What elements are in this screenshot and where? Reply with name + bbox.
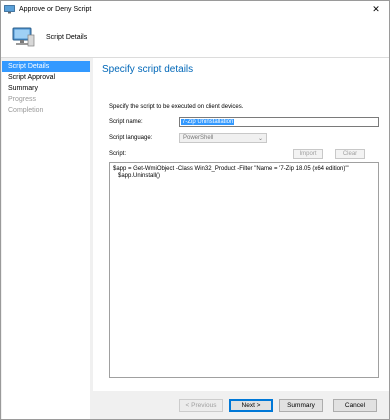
close-button[interactable]: ✕ [365, 2, 387, 16]
sidebar-item-script-approval[interactable]: Script Approval [2, 72, 90, 83]
sidebar-item-summary[interactable]: Summary [2, 83, 90, 94]
header-title: Script Details [46, 33, 88, 41]
cancel-button[interactable]: Cancel [333, 399, 377, 412]
import-button[interactable]: Import [293, 149, 323, 159]
script-name-value: 7-Zip Uninstallation [181, 119, 235, 125]
script-label: Script: [109, 151, 127, 157]
wizard-footer: < Previous Next > Summary Cancel [93, 391, 389, 419]
chevron-down-icon: ⌄ [257, 136, 263, 142]
close-icon: ✕ [372, 3, 380, 14]
computer-icon [4, 4, 15, 14]
script-line: $app = Get-WmiObject -Class Win32_Produc… [113, 166, 349, 172]
window-title: Approve or Deny Script [19, 5, 92, 13]
approve-deny-script-window: Approve or Deny Script ✕ Script Details … [0, 0, 390, 420]
summary-button[interactable]: Summary [279, 399, 323, 412]
wizard-sidebar: Script Details Script Approval Summary P… [2, 61, 90, 419]
wizard-header: Script Details [1, 17, 389, 58]
next-button[interactable]: Next > [229, 399, 273, 412]
script-textarea[interactable]: $app = Get-WmiObject -Class Win32_Produc… [109, 162, 379, 378]
script-language-label: Script language: [109, 135, 153, 141]
content-panel: Specify script details Specify the scrip… [93, 58, 389, 391]
script-language-value: PowerShell [183, 135, 214, 141]
computer-icon [12, 27, 35, 47]
previous-button[interactable]: < Previous [179, 399, 223, 412]
instruction-text: Specify the script to be executed on cli… [109, 104, 244, 110]
script-language-select[interactable]: PowerShell ⌄ [179, 133, 267, 143]
page-title: Specify script details [102, 64, 194, 75]
script-name-input[interactable]: 7-Zip Uninstallation [179, 117, 379, 127]
script-line: $app.Uninstall() [113, 173, 161, 179]
sidebar-item-progress: Progress [8, 96, 37, 103]
script-name-label: Script name: [109, 119, 143, 125]
sidebar-item-completion: Completion [8, 107, 44, 114]
clear-button[interactable]: Clear [335, 149, 365, 159]
title-bar: Approve or Deny Script ✕ [1, 1, 389, 17]
sidebar-item-script-details[interactable]: Script Details [2, 61, 90, 72]
